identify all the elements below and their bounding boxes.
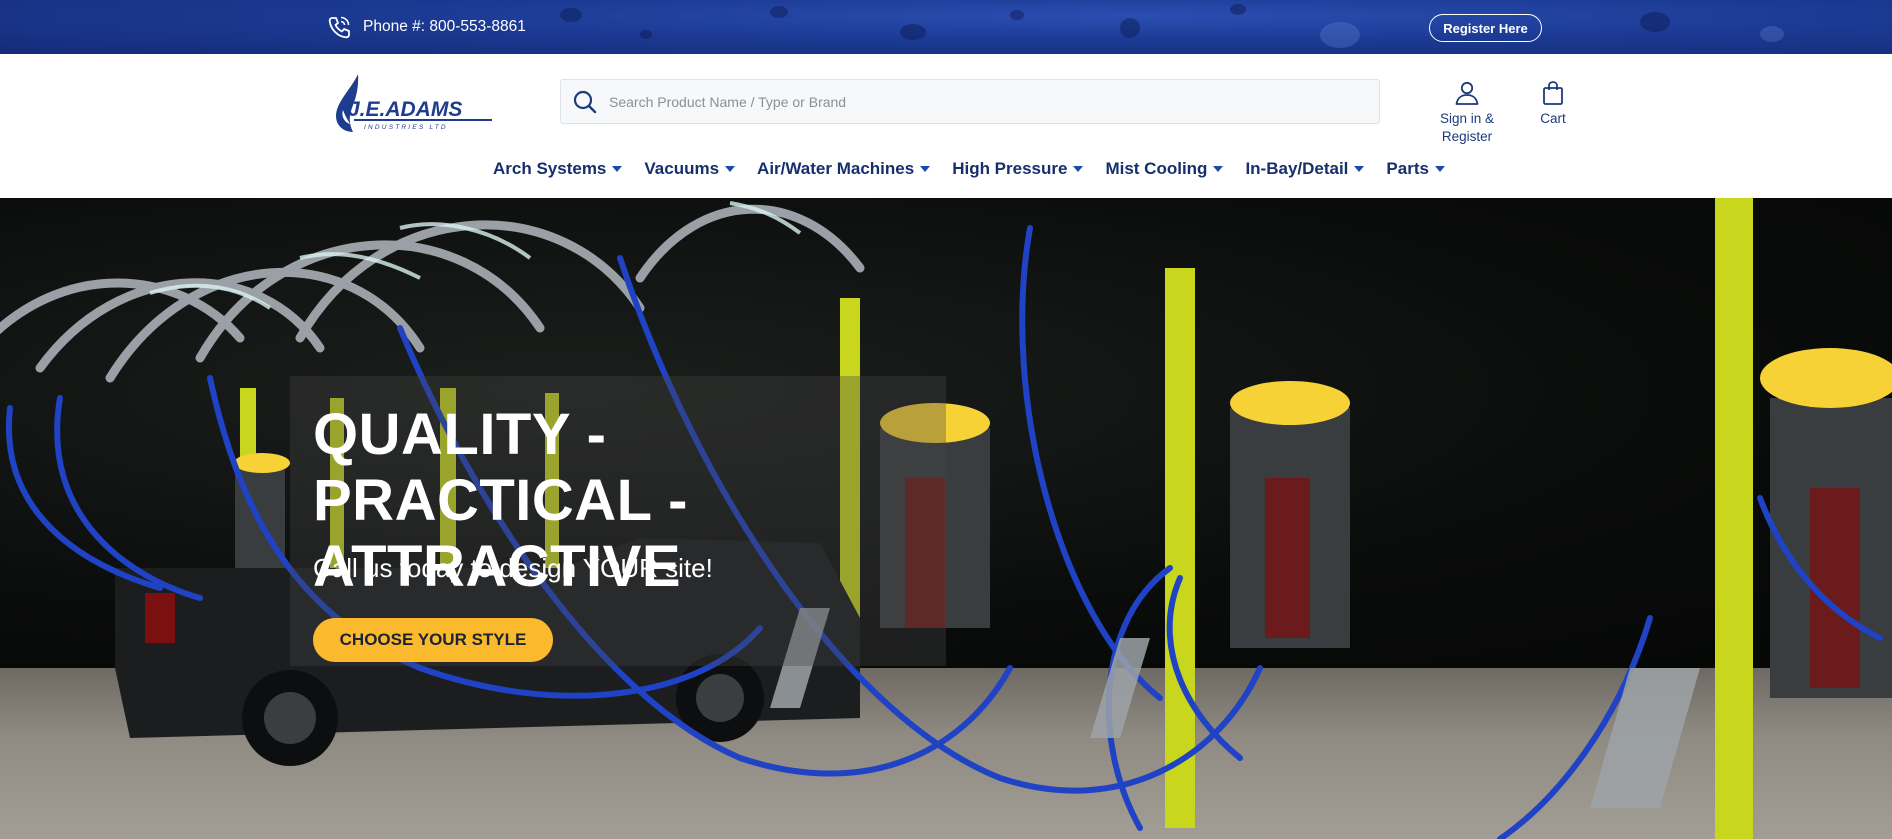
nav-item-label: In-Bay/Detail — [1245, 159, 1349, 178]
nav-item-label: Air/Water Machines — [757, 159, 915, 178]
caret-down-icon — [1434, 166, 1445, 172]
nav-item-label: Mist Cooling — [1105, 159, 1208, 178]
water-drop-decoration — [770, 6, 788, 18]
water-drop-decoration — [640, 30, 652, 39]
register-button[interactable]: Register Here — [1429, 14, 1542, 42]
nav-item-arch-systems[interactable]: Arch Systems — [493, 159, 623, 179]
sign-in-register-link[interactable]: Sign in & Register — [1416, 80, 1518, 146]
nav-item-vacuums[interactable]: Vacuums — [644, 159, 736, 179]
water-drop-decoration — [1640, 12, 1670, 32]
caret-down-icon — [1213, 166, 1224, 172]
choose-your-style-button[interactable]: CHOOSE YOUR STYLE — [313, 618, 553, 662]
water-drop-decoration — [1760, 26, 1784, 42]
phone-contact[interactable]: Phone #: 800-553-8861 — [325, 13, 526, 41]
nav-item-label: Vacuums — [644, 159, 720, 178]
caret-down-icon — [612, 166, 623, 172]
main-navigation: Arch Systems Vacuums Air/Water Machines … — [493, 154, 1467, 184]
caret-down-icon — [725, 166, 736, 172]
nav-item-label: Arch Systems — [493, 159, 607, 178]
search-icon[interactable] — [571, 88, 599, 116]
search-input[interactable] — [609, 80, 1379, 123]
nav-item-label: Parts — [1386, 159, 1429, 178]
water-drop-decoration — [900, 24, 926, 40]
caret-down-icon — [920, 166, 931, 172]
water-drop-decoration — [1230, 4, 1246, 15]
search-bar[interactable] — [560, 79, 1380, 124]
cart-bag-icon — [1543, 81, 1563, 105]
account-label: Sign in & Register — [1439, 111, 1495, 144]
site-header: J.E.ADAMS INDUSTRIES LTD Sign in & Regis… — [0, 54, 1892, 198]
nav-item-high-pressure[interactable]: High Pressure — [952, 159, 1084, 179]
phone-icon — [328, 16, 350, 39]
company-logo[interactable]: J.E.ADAMS INDUSTRIES LTD — [328, 72, 496, 134]
nav-item-mist-cooling[interactable]: Mist Cooling — [1105, 159, 1224, 179]
hero-banner: QUALITY - PRACTICAL - ATTRACTIVE Call us… — [0, 198, 1892, 839]
caret-down-icon — [1073, 166, 1084, 172]
cart-label: Cart — [1540, 111, 1566, 126]
water-drop-decoration — [1010, 10, 1024, 20]
nav-item-in-bay-detail[interactable]: In-Bay/Detail — [1245, 159, 1365, 179]
phone-number: Phone #: 800-553-8861 — [363, 18, 526, 35]
logo-wordmark: J.E.ADAMS — [348, 98, 462, 121]
hero-subtitle: Call us today to design YOUR site! — [313, 553, 713, 583]
water-drop-decoration — [560, 8, 582, 22]
nav-item-parts[interactable]: Parts — [1386, 159, 1445, 179]
water-drop-decoration — [1320, 22, 1360, 48]
logo-subtext: INDUSTRIES LTD — [364, 124, 448, 131]
logo-drop-icon: J.E.ADAMS INDUSTRIES LTD — [336, 74, 492, 132]
nav-item-label: High Pressure — [952, 159, 1068, 178]
nav-item-air-water-machines[interactable]: Air/Water Machines — [757, 159, 931, 179]
user-icon — [1455, 81, 1479, 105]
water-drop-decoration — [1120, 18, 1140, 38]
cart-link[interactable]: Cart — [1538, 80, 1568, 128]
top-bar: Phone #: 800-553-8861 Register Here — [0, 0, 1892, 54]
caret-down-icon — [1354, 166, 1365, 172]
